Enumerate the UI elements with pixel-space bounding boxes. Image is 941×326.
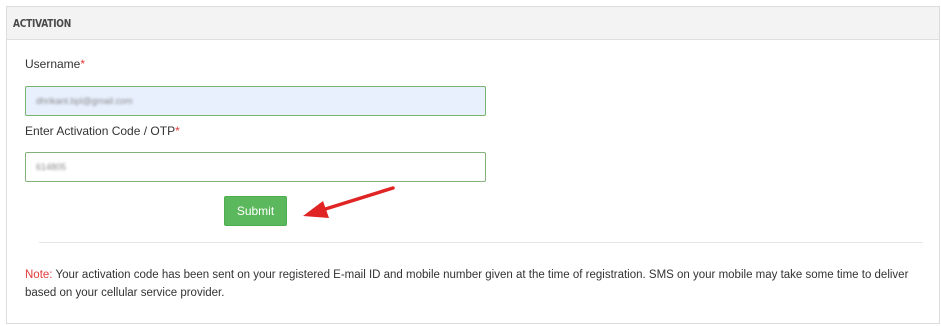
divider: [39, 242, 923, 243]
panel-header: ACTIVATION: [7, 7, 939, 40]
submit-button[interactable]: Submit: [224, 196, 287, 226]
panel-title: ACTIVATION: [13, 16, 72, 30]
otp-value: 614805: [36, 162, 67, 172]
otp-label: Enter Activation Code / OTP*: [25, 124, 180, 138]
note-text: Your activation code has been sent on yo…: [25, 269, 909, 299]
activation-note: Note: Your activation code has been sent…: [25, 266, 933, 302]
username-required-mark: *: [80, 57, 86, 71]
note-label: Note:: [25, 269, 53, 281]
activation-panel: ACTIVATION Username* dhrikant.bpl@gmail.…: [6, 6, 940, 324]
username-label: Username*: [25, 57, 85, 71]
otp-input[interactable]: 614805: [25, 152, 486, 182]
otp-required-mark: *: [175, 124, 180, 138]
username-input[interactable]: dhrikant.bpl@gmail.com: [25, 86, 486, 116]
otp-label-text: Enter Activation Code / OTP: [25, 124, 176, 138]
username-value: dhrikant.bpl@gmail.com: [36, 96, 133, 106]
username-label-text: Username: [25, 57, 81, 71]
arrow-left-icon: [303, 186, 395, 218]
